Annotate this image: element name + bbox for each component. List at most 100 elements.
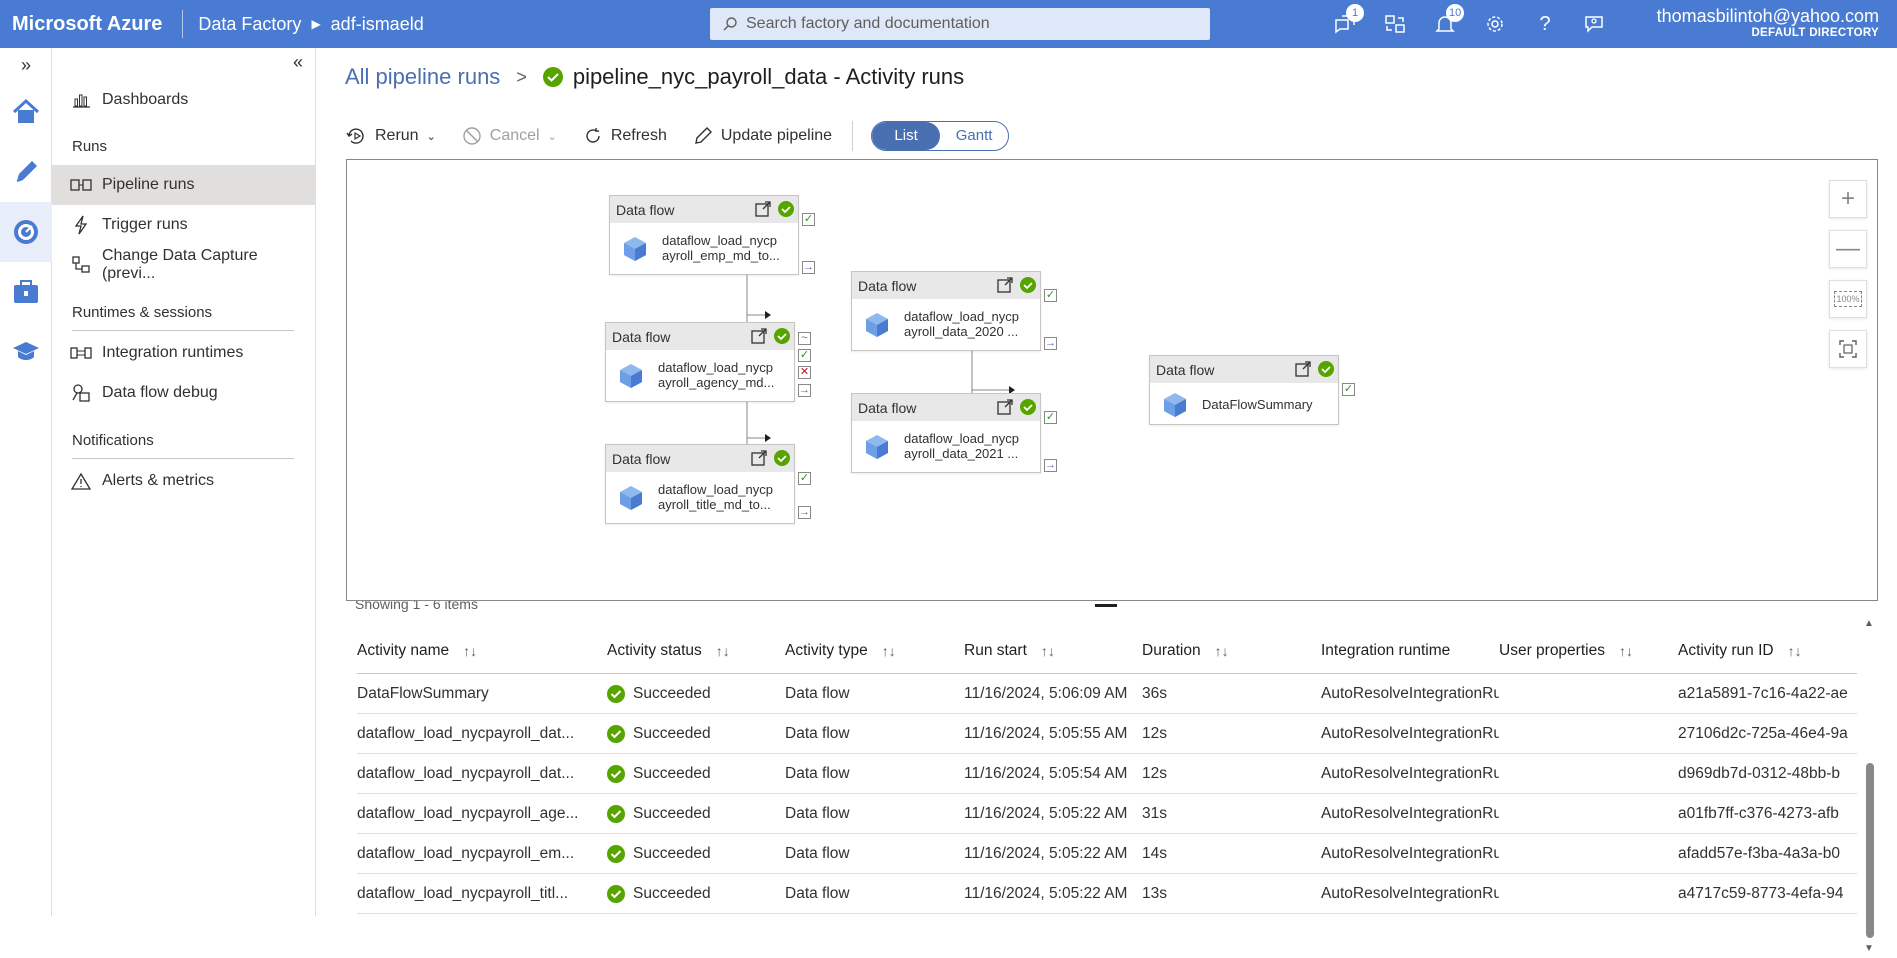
dataflow-node[interactable]: Data flow dataflow_load_nycp ayroll_data…	[851, 393, 1041, 473]
success-port[interactable]: ✓	[1044, 411, 1057, 424]
table-scrollbar[interactable]: ▲ ▼	[1862, 618, 1876, 958]
breadcrumb-data-factory[interactable]: Data Factory	[183, 14, 301, 35]
completion-port[interactable]: →	[798, 384, 811, 397]
dataflow-node[interactable]: Data flow dataflow_load_nycp ayroll_agen…	[605, 322, 795, 402]
zoom-out-button[interactable]: —	[1829, 230, 1867, 268]
table-row[interactable]: dataflow_load_nycpayroll_dat... Succeeded…	[357, 714, 1857, 754]
table-row[interactable]: dataflow_load_nycpayroll_em... Succeeded D…	[357, 834, 1857, 874]
completion-port[interactable]: →	[802, 261, 815, 274]
help-icon[interactable]: ?	[1520, 0, 1570, 48]
user-account[interactable]: thomasbilintoh@yahoo.com DEFAULT DIRECTO…	[1657, 6, 1879, 39]
activity-name-cell[interactable]: dataflow_load_nycpayroll_em...	[357, 845, 607, 863]
failure-port[interactable]: ✕	[798, 366, 811, 379]
nav-change-data-capture[interactable]: Change Data Capture (previ...	[52, 245, 315, 285]
sort-icon[interactable]: ↑↓	[1619, 643, 1633, 659]
sort-icon[interactable]: ↑↓	[463, 643, 477, 659]
author-icon[interactable]	[0, 142, 52, 202]
sort-icon[interactable]: ↑↓	[716, 643, 730, 659]
open-external-icon[interactable]	[1294, 360, 1312, 378]
column-header[interactable]: Activity run ID ↑↓	[1678, 642, 1848, 660]
open-external-icon[interactable]	[996, 276, 1014, 294]
monitor-icon[interactable]	[0, 202, 52, 262]
success-port[interactable]: ✓	[798, 472, 811, 485]
scroll-up-arrow-icon[interactable]: ▲	[1864, 618, 1874, 629]
zoom-in-button[interactable]: +	[1829, 180, 1867, 218]
dataflow-node[interactable]: Data flow dataflow_load_nycp ayroll_titl…	[605, 444, 795, 524]
table-row[interactable]: dataflow_load_nycpayroll_age... Succeeded…	[357, 794, 1857, 834]
success-port[interactable]: ✓	[1044, 289, 1057, 302]
support-icon[interactable]	[1570, 0, 1620, 48]
activity-run-id-cell[interactable]: afadd57e-f3ba-4a3a-b0	[1678, 845, 1848, 863]
scroll-down-arrow-icon[interactable]: ▼	[1864, 943, 1874, 954]
nav-alerts-metrics[interactable]: Alerts & metrics	[52, 461, 315, 501]
home-icon[interactable]	[0, 82, 52, 142]
pane-splitter[interactable]	[1095, 604, 1117, 607]
dataflow-node[interactable]: Data flow dataflow_load_nycp ayroll_data…	[851, 271, 1041, 351]
nav-dashboards[interactable]: Dashboards	[52, 80, 315, 120]
success-port[interactable]: ✓	[802, 213, 815, 226]
pipeline-canvas[interactable]: Data flow dataflow_load_nycp ayroll_emp_…	[346, 159, 1878, 601]
nav-integration-runtimes[interactable]: Integration runtimes	[52, 333, 315, 373]
column-header[interactable]: Activity name ↑↓	[357, 642, 607, 660]
column-header[interactable]: Activity status ↑↓	[607, 642, 785, 660]
sort-icon[interactable]: ↑↓	[1788, 643, 1802, 659]
refresh-button[interactable]: Refresh	[583, 126, 667, 146]
open-external-icon[interactable]	[996, 398, 1014, 416]
collapse-nav-button[interactable]: «	[293, 52, 303, 73]
brand-title[interactable]: Microsoft Azure	[0, 10, 184, 38]
activity-name-cell[interactable]: dataflow_load_nycpayroll_dat...	[357, 765, 607, 783]
column-header[interactable]: Activity type ↑↓	[785, 642, 964, 660]
completion-port[interactable]: →	[798, 506, 811, 519]
activity-run-id-cell[interactable]: d969db7d-0312-48bb-b	[1678, 765, 1848, 783]
success-port[interactable]: ✓	[1342, 383, 1355, 396]
skip-port[interactable]: ~	[798, 332, 811, 345]
sort-icon[interactable]: ↑↓	[1215, 643, 1229, 659]
switch-directory-icon[interactable]	[1370, 0, 1420, 48]
open-external-icon[interactable]	[754, 200, 772, 218]
activity-run-id-cell[interactable]: a21a5891-7c16-4a22-ae	[1678, 685, 1848, 703]
table-row[interactable]: dataflow_load_nycpayroll_dat... Succeeded…	[357, 754, 1857, 794]
completion-port[interactable]: →	[1044, 337, 1057, 350]
dataflow-node[interactable]: Data flow dataflow_load_nycp ayroll_emp_…	[609, 195, 799, 275]
sort-icon[interactable]: ↑↓	[882, 643, 896, 659]
gantt-view-toggle[interactable]: Gantt	[940, 122, 1008, 150]
cancel-button[interactable]: Cancel ⌄	[462, 126, 557, 146]
rerun-button[interactable]: Rerun ⌄	[345, 126, 436, 146]
table-row[interactable]: dataflow_load_nycpayroll_titl... Succeede…	[357, 874, 1857, 914]
dataflow-node[interactable]: Data flow DataFlowSummary	[1149, 355, 1339, 425]
completion-port[interactable]: →	[1044, 459, 1057, 472]
fit-to-screen-button[interactable]	[1829, 330, 1867, 368]
activity-run-id-cell[interactable]: 27106d2c-725a-46e4-9a	[1678, 725, 1848, 743]
activity-run-id-cell[interactable]: a01fb7ff-c376-4273-afb	[1678, 805, 1848, 823]
settings-icon[interactable]	[1470, 0, 1520, 48]
activity-run-id-cell[interactable]: a4717c59-8773-4efa-94	[1678, 885, 1848, 903]
open-external-icon[interactable]	[750, 449, 768, 467]
feedback-icon[interactable]: 1	[1320, 0, 1370, 48]
learning-icon[interactable]	[0, 322, 52, 382]
activity-name-cell[interactable]: DataFlowSummary	[357, 685, 607, 703]
list-view-toggle[interactable]: List	[872, 122, 941, 150]
nav-trigger-runs[interactable]: Trigger runs	[52, 205, 315, 245]
open-external-icon[interactable]	[750, 327, 768, 345]
column-header[interactable]: Duration ↑↓	[1142, 642, 1321, 660]
sort-icon[interactable]: ↑↓	[1041, 643, 1055, 659]
nav-data-flow-debug[interactable]: Data flow debug	[52, 373, 315, 413]
activity-name-cell[interactable]: dataflow_load_nycpayroll_age...	[357, 805, 607, 823]
notifications-icon[interactable]: 10	[1420, 0, 1470, 48]
activity-name-cell[interactable]: dataflow_load_nycpayroll_dat...	[357, 725, 607, 743]
expand-rail-button[interactable]: »	[0, 48, 52, 82]
update-pipeline-button[interactable]: Update pipeline	[693, 126, 832, 146]
scrollbar-thumb[interactable]	[1866, 763, 1874, 938]
manage-icon[interactable]	[0, 262, 52, 322]
breadcrumb-factory-name[interactable]: adf-ismaeld	[331, 14, 424, 35]
activity-name-cell[interactable]: dataflow_load_nycpayroll_titl...	[357, 885, 607, 903]
success-port[interactable]: ✓	[798, 349, 811, 362]
nav-pipeline-runs[interactable]: Pipeline runs	[52, 165, 315, 205]
zoom-100-button[interactable]: 100%	[1829, 280, 1867, 318]
table-row[interactable]: DataFlowSummary Succeeded Data flow 11/16/2…	[357, 674, 1857, 714]
search-input[interactable]: Search factory and documentation	[710, 8, 1210, 40]
view-toggle: List Gantt	[871, 121, 1010, 151]
column-header[interactable]: Run start ↑↓	[964, 642, 1142, 660]
column-header[interactable]: User properties ↑↓	[1499, 642, 1678, 660]
all-pipeline-runs-link[interactable]: All pipeline runs	[345, 64, 500, 90]
